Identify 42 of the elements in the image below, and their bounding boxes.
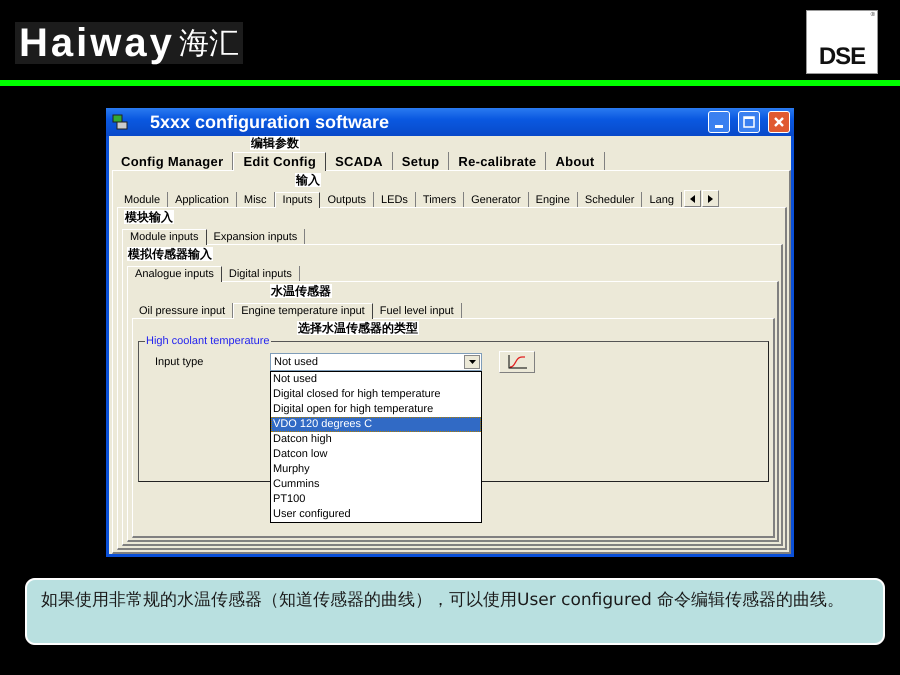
annotation-label: 选择水温传感器的类型: [297, 321, 419, 335]
tab[interactable]: Edit Config: [233, 152, 326, 171]
close-button[interactable]: [768, 111, 790, 133]
dropdown-option[interactable]: Cummins: [271, 477, 481, 492]
group-title: High coolant temperature: [145, 335, 271, 347]
dropdown-option[interactable]: Datcon low: [271, 447, 481, 462]
minimize-icon: [715, 125, 723, 128]
tab[interactable]: Inputs: [274, 192, 320, 208]
maximize-icon: [743, 116, 755, 128]
annotation-label: 水温传感器: [270, 284, 332, 298]
scroll-left-button[interactable]: [684, 190, 701, 207]
dropdown-arrow-icon: [468, 360, 476, 364]
dropdown-option[interactable]: Murphy: [271, 462, 481, 477]
annotation-label: 输入: [295, 173, 321, 187]
dropdown-option[interactable]: Digital open for high temperature: [271, 402, 481, 417]
window-title: 5xxx configuration software: [149, 112, 390, 132]
dropdown-option[interactable]: PT100: [271, 492, 481, 507]
tab[interactable]: Engine temperature input: [233, 303, 373, 319]
annotation-label: 模拟传感器输入: [127, 247, 213, 261]
dropdown-option[interactable]: Digital closed for high temperature: [271, 387, 481, 402]
tab[interactable]: Analogue inputs: [127, 266, 222, 282]
dropdown-option[interactable]: VDO 120 degrees C: [271, 417, 481, 432]
tab[interactable]: Expansion inputs: [206, 229, 306, 244]
minimize-button[interactable]: [708, 111, 730, 133]
dropdown-option[interactable]: User configured: [271, 507, 481, 522]
dropdown-option[interactable]: Not used: [271, 372, 481, 387]
brand-logo: Haiway 海汇: [15, 22, 243, 64]
scroll-right-button[interactable]: [702, 190, 719, 207]
tab[interactable]: Module inputs: [122, 229, 206, 245]
dropdown-option[interactable]: Datcon high: [271, 432, 481, 447]
close-icon: [773, 116, 785, 128]
annotation-label: 编辑参数: [250, 136, 300, 150]
field-label: Input type: [155, 356, 204, 368]
computer-icon: [112, 114, 128, 130]
curve-chart-icon: [506, 354, 528, 370]
right-arrow-icon: [708, 194, 713, 202]
tab[interactable]: Engine: [528, 192, 578, 207]
caption-text: 如果使用非常规的水温传感器（知道传感器的曲线），可以使用User configured 命令编辑传感器的曲线。: [41, 589, 846, 612]
maximize-button[interactable]: [738, 111, 760, 133]
annotation-label: 模块输入: [124, 210, 174, 224]
curve-button[interactable]: [499, 351, 535, 373]
left-arrow-icon: [690, 194, 695, 202]
